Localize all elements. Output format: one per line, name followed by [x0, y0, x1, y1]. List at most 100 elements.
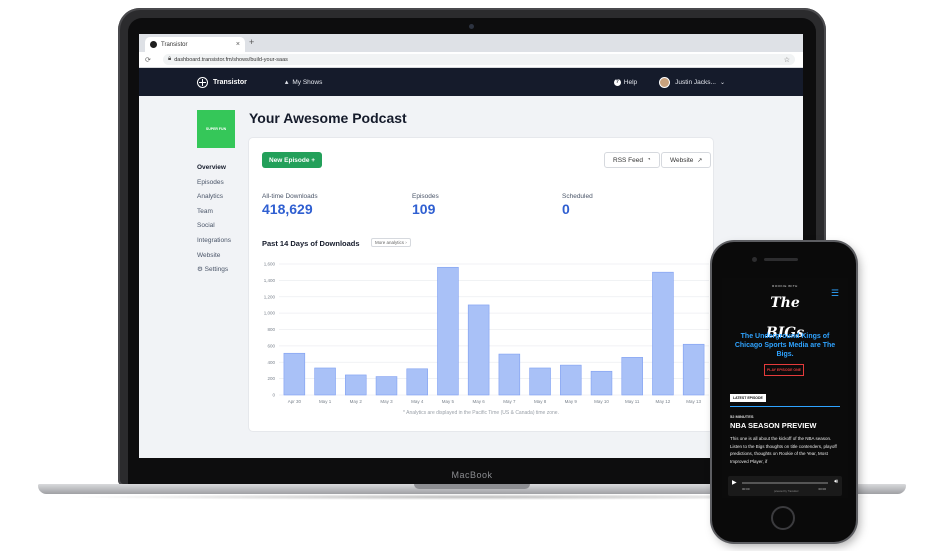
phone-speaker	[764, 258, 798, 261]
bar[interactable]	[406, 368, 428, 396]
new-episode-button[interactable]: New Episode +	[262, 152, 323, 168]
y-tick-label: 1,400	[264, 278, 276, 283]
podcast-artwork[interactable]: SUPER FUN	[197, 110, 235, 148]
audio-player: ▶ 00:00 00:00 powered by Transistor 🔊︎	[728, 476, 842, 496]
avatar	[659, 76, 671, 88]
play-icon[interactable]: ▶	[732, 479, 737, 486]
volume-icon[interactable]: 🔊︎	[834, 479, 838, 486]
new-tab-button[interactable]: +	[249, 37, 254, 47]
overview-card: New Episode + RSS Feed ◔ Website ↗ All-t…	[249, 138, 713, 431]
browser-tabbar: Transistor × +	[139, 34, 803, 52]
url-field[interactable]: 🔒︎ dashboard.transistor.fm/shows/build-y…	[163, 54, 795, 65]
show-tagline: The Underground Kings of Chicago Sports …	[734, 333, 836, 358]
x-tick-label: May 12	[656, 399, 671, 404]
x-tick-label: May 5	[442, 399, 455, 404]
laptop-notch	[414, 484, 530, 489]
phone-home-button[interactable]	[771, 506, 795, 530]
x-tick-label: May 13	[686, 399, 701, 404]
bar[interactable]	[590, 370, 613, 396]
bar[interactable]	[560, 364, 582, 396]
x-tick-label: May 9	[565, 399, 578, 404]
progress-bar[interactable]	[742, 482, 828, 484]
bar[interactable]	[682, 343, 705, 396]
y-tick-label: 0	[272, 393, 275, 398]
help-icon: ?	[613, 78, 621, 86]
stat-scheduled: Scheduled 0	[562, 193, 593, 217]
play-episode-button[interactable]: PLAY EPISODE ONE	[764, 364, 804, 376]
x-tick-label: May 4	[411, 399, 424, 404]
x-tick-label: May 7	[503, 399, 516, 404]
stat-scheduled-label: Scheduled	[562, 193, 593, 200]
rss-feed-label: RSS Feed	[613, 156, 643, 164]
user-menu[interactable]: Justin Jacks... ⌄	[659, 76, 725, 88]
time-end: 00:00	[818, 487, 826, 491]
laptop-screen: Transistor × + ⟳ 🔒︎ dashboard.transistor…	[139, 34, 803, 458]
episode-duration: 52 MINUTES	[730, 414, 754, 419]
time-start: 00:00	[742, 487, 750, 491]
bar[interactable]	[375, 376, 398, 396]
gear-icon: ⚙	[197, 266, 205, 274]
app-header: Transistor ▴ My Shows ? Help Justin Jack…	[139, 68, 803, 96]
my-shows-link[interactable]: ▴ My Shows	[284, 78, 323, 87]
menu-icon[interactable]: ☰	[831, 288, 839, 299]
user-name: Justin Jacks...	[675, 78, 716, 86]
x-tick-label: May 11	[625, 399, 640, 404]
timezone-footnote: * Analytics are displayed in the Pacific…	[403, 410, 559, 416]
bigs-logo[interactable]: The BIGs	[762, 288, 808, 341]
phone-camera	[752, 257, 757, 262]
episode-title[interactable]: NBA SEASON PREVIEW	[730, 421, 816, 430]
episode-description: This one is all about the kickoff of the…	[730, 436, 837, 464]
shows-icon: ▴	[284, 79, 289, 86]
device-mockup-stage: MacBook Transistor × + ⟳ 🔒︎ dashboard.tr…	[0, 0, 944, 551]
laptop-camera	[469, 24, 474, 29]
stat-episodes-value: 109	[412, 201, 436, 217]
x-tick-label: May 1	[319, 399, 332, 404]
bar[interactable]	[467, 304, 490, 396]
x-tick-label: May 10	[594, 399, 609, 404]
phone-screen: ☰ ROOKIE WITH The BIGs The Underground K…	[722, 278, 848, 498]
more-analytics-button[interactable]: More analytics ›	[371, 238, 411, 247]
y-tick-label: 600	[267, 343, 275, 348]
external-link-icon: ↗	[697, 157, 703, 164]
bookmark-star-icon[interactable]: ☆	[784, 56, 790, 64]
stat-downloads: All-time Downloads 418,629	[262, 193, 318, 217]
close-tab-icon[interactable]: ×	[236, 41, 240, 48]
x-tick-label: May 2	[350, 399, 363, 404]
bar[interactable]	[652, 271, 674, 396]
brand-name: Transistor	[213, 78, 247, 86]
y-tick-label: 1,600	[264, 262, 276, 267]
help-link[interactable]: ? Help	[613, 78, 638, 86]
x-tick-label: May 3	[380, 399, 393, 404]
favicon-icon	[150, 41, 157, 48]
my-shows-label: My Shows	[292, 78, 323, 86]
bar[interactable]	[621, 357, 643, 396]
rss-feed-button[interactable]: RSS Feed ◔	[604, 152, 660, 168]
bar[interactable]	[345, 374, 367, 396]
settings-label: Settings	[204, 266, 229, 274]
y-tick-label: 800	[267, 327, 275, 332]
bar[interactable]	[529, 367, 551, 396]
tab-title: Transistor	[161, 41, 188, 48]
browser-tab[interactable]: Transistor ×	[145, 37, 245, 52]
help-label: Help	[623, 78, 638, 86]
y-tick-label: 1,000	[264, 311, 276, 316]
bar[interactable]	[437, 266, 459, 396]
url-text: dashboard.transistor.fm/shows/build-your…	[174, 56, 288, 63]
stat-scheduled-value: 0	[562, 201, 570, 217]
website-label: Website	[670, 156, 694, 164]
website-button[interactable]: Website ↗	[661, 152, 712, 168]
powered-by: powered by Transistor	[774, 490, 799, 493]
y-tick-label: 400	[267, 360, 275, 365]
transistor-logo-icon	[197, 76, 208, 88]
divider	[730, 406, 840, 407]
bar[interactable]	[498, 353, 521, 396]
reload-icon[interactable]: ⟳	[145, 56, 163, 64]
transistor-logo[interactable]: Transistor	[197, 76, 247, 88]
stat-episodes: Episodes 109	[412, 193, 439, 217]
address-bar: ⟳ 🔒︎ dashboard.transistor.fm/shows/build…	[139, 52, 803, 68]
y-tick-label: 200	[267, 376, 275, 381]
chevron-down-icon: ⌄	[719, 79, 725, 86]
bar[interactable]	[283, 352, 306, 396]
bar[interactable]	[314, 367, 336, 396]
page-title: Your Awesome Podcast	[249, 110, 407, 126]
